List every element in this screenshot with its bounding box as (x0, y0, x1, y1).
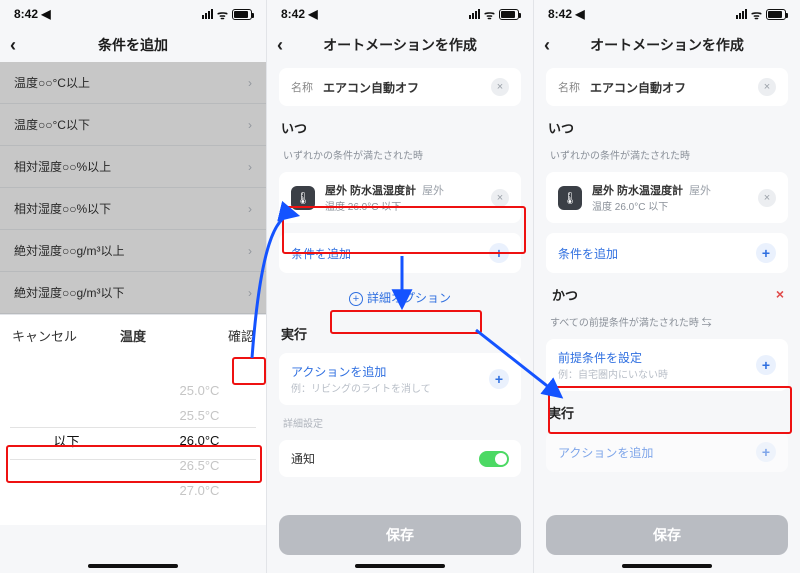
condition-option[interactable]: 相対湿度○○%以下› (0, 188, 266, 230)
chevron-right-icon: › (248, 202, 252, 216)
condition-option[interactable]: 温度○○°C以下› (0, 104, 266, 146)
chevron-right-icon: › (248, 76, 252, 90)
advanced-options-button[interactable]: +詳細オプション (279, 283, 521, 312)
add-action-button[interactable]: アクションを追加 + (546, 432, 788, 472)
automation-name-field[interactable]: 名称 エアコン自動オフ × (546, 68, 788, 106)
cancel-button[interactable]: キャンセル (12, 326, 77, 345)
add-action-button[interactable]: アクションを追加 例：リビングのライトを消して + (279, 353, 521, 405)
condition-card[interactable]: 🌡 屋外 防水温湿度計屋外 温度 26.0°C 以下 × (546, 172, 788, 223)
back-button[interactable]: ‹ (277, 35, 283, 56)
nav-header: ‹ オートメーションを作成 (534, 28, 800, 62)
status-bar: 8:42 ◀ ᯤ (267, 0, 533, 28)
condition-option[interactable]: 絶対湿度○○g/m³以上› (0, 230, 266, 272)
home-indicator[interactable] (622, 564, 712, 568)
chevron-right-icon: › (248, 118, 252, 132)
plus-icon: + (756, 355, 776, 375)
section-when: いつ (279, 118, 521, 137)
chevron-right-icon: › (248, 244, 252, 258)
page-title: オートメーションを作成 (323, 35, 477, 55)
picker-col-value: 25.0°C 25.5°C 26.0°C 26.5°C 27.0°C (133, 355, 266, 525)
home-indicator[interactable] (88, 564, 178, 568)
section-execute: 実行 (279, 324, 521, 343)
clear-icon[interactable]: × (491, 78, 509, 96)
automation-name-field[interactable]: 名称 エアコン自動オフ × (279, 68, 521, 106)
wifi-icon: ᯤ (217, 6, 228, 23)
condition-option[interactable]: 相対湿度○○%以上› (0, 146, 266, 188)
nav-header: ‹ 条件を追加 (0, 28, 266, 62)
plus-icon: + (756, 243, 776, 263)
condition-card[interactable]: 🌡 屋外 防水温湿度計屋外 温度 26.0°C 以下 × (279, 172, 521, 223)
picker-sheet: キャンセル 温度 確認 以下 25.0°C 25.5°C 26.0°C 26.5… (0, 314, 266, 525)
condition-option[interactable]: 温度○○°C以上› (0, 62, 266, 104)
picker-col-comparator: 以下 (0, 355, 133, 525)
set-precondition-button[interactable]: 前提条件を設定 例：自宅圏内にいない時 + (546, 339, 788, 391)
location-icon: ◀ (41, 7, 50, 21)
remove-section-button[interactable]: × (776, 286, 784, 302)
condition-option[interactable]: 絶対湿度○○g/m³以下› (0, 272, 266, 314)
home-indicator[interactable] (355, 564, 445, 568)
back-button[interactable]: ‹ (544, 35, 550, 56)
value-picker[interactable]: 以下 25.0°C 25.5°C 26.0°C 26.5°C 27.0°C (0, 355, 266, 525)
screen-automation-create-basic: 8:42 ◀ ᯤ ‹ オートメーションを作成 名称 エアコン自動オフ × いつ … (266, 0, 533, 573)
thermometer-icon: 🌡 (558, 186, 582, 210)
battery-icon (232, 9, 252, 20)
status-bar: 8:42 ◀ ᯤ (0, 0, 266, 28)
remove-icon[interactable]: × (758, 189, 776, 207)
screen-condition-picker: 8:42 ◀ ᯤ ‹ 条件を追加 温度○○°C以上› 温度○○°C以下› 相対湿… (0, 0, 266, 573)
plus-icon: + (489, 369, 509, 389)
signal-icon (202, 9, 213, 19)
add-condition-button[interactable]: 条件を追加+ (279, 233, 521, 273)
toggle-switch[interactable] (479, 451, 509, 467)
status-bar: 8:42 ◀ ᯤ (534, 0, 800, 28)
plus-icon: + (756, 442, 776, 462)
nav-header: ‹ オートメーションを作成 (267, 28, 533, 62)
thermometer-icon: 🌡 (291, 186, 315, 210)
screen-automation-create-advanced: 8:42 ◀ ᯤ ‹ オートメーションを作成 名称 エアコン自動オフ × いつ … (533, 0, 800, 573)
back-button[interactable]: ‹ (10, 35, 16, 56)
page-title: オートメーションを作成 (590, 35, 744, 55)
page-title: 条件を追加 (98, 35, 168, 55)
add-condition-button[interactable]: 条件を追加+ (546, 233, 788, 273)
chevron-right-icon: › (248, 286, 252, 300)
clear-icon[interactable]: × (758, 78, 776, 96)
notification-row[interactable]: 通知 (279, 440, 521, 477)
chevron-right-icon: › (248, 160, 252, 174)
remove-icon[interactable]: × (491, 189, 509, 207)
plus-icon: + (489, 243, 509, 263)
confirm-button[interactable]: 確認 (228, 326, 254, 345)
save-button[interactable]: 保存 (279, 515, 521, 555)
save-button[interactable]: 保存 (546, 515, 788, 555)
